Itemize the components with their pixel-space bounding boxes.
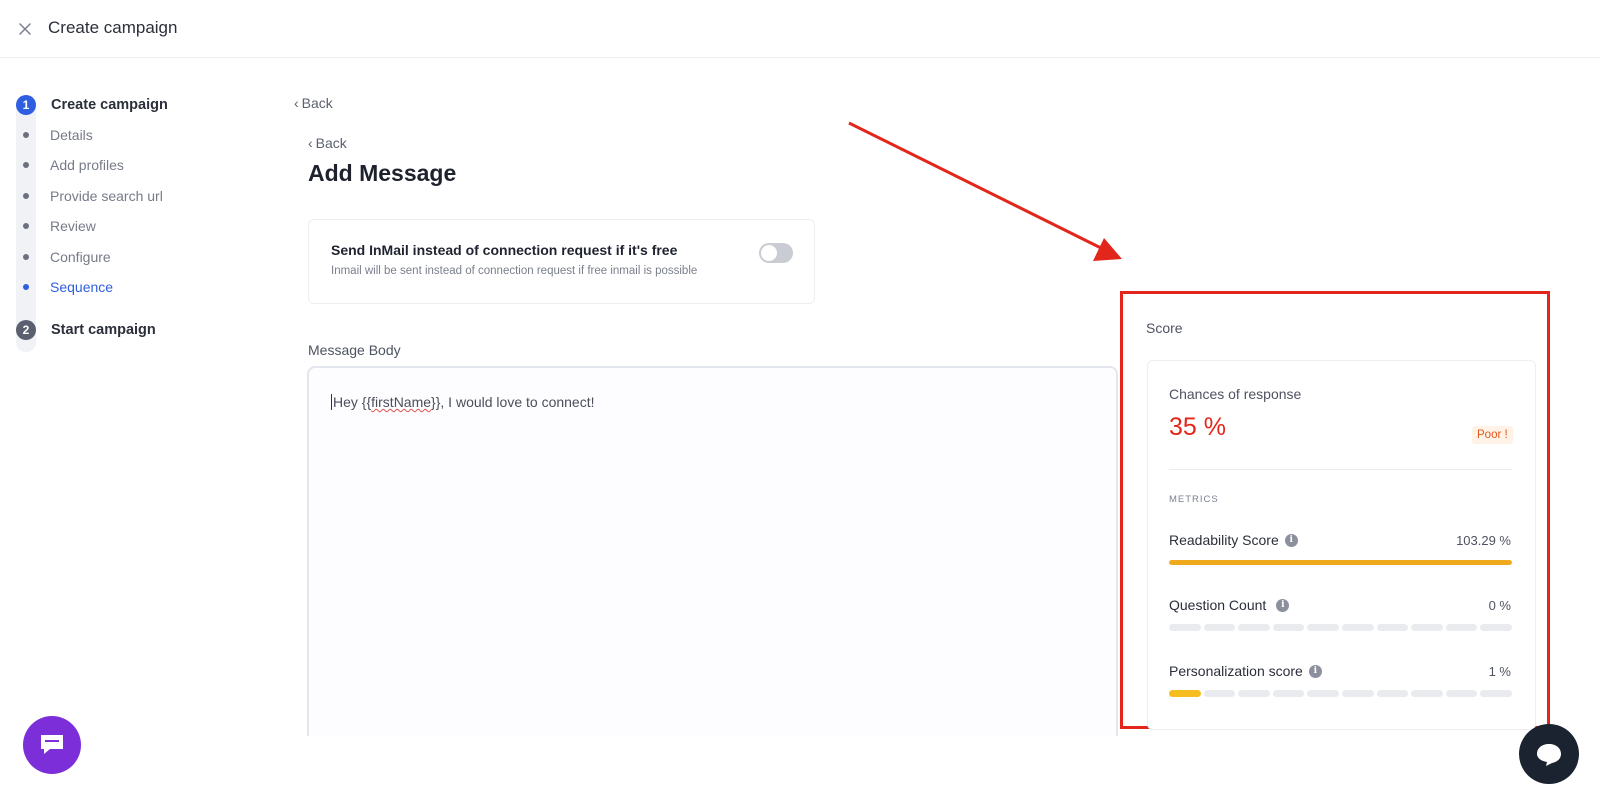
message-body-label: Message Body bbox=[308, 342, 401, 358]
message-body-editor[interactable]: Hey {{firstName}}, I would love to conne… bbox=[307, 366, 1118, 736]
substep-label: Details bbox=[50, 127, 93, 143]
message-variable: firstName bbox=[371, 394, 432, 410]
chevron-left-icon: ‹ bbox=[308, 135, 313, 151]
progress-segment bbox=[1307, 690, 1339, 697]
info-icon[interactable]: i bbox=[1284, 533, 1298, 547]
substep-dot bbox=[16, 223, 36, 229]
metric-personalization-name: Personalization score i bbox=[1169, 663, 1322, 679]
inmail-toggle[interactable] bbox=[759, 243, 793, 263]
step-label: Create campaign bbox=[51, 97, 168, 113]
divider bbox=[1169, 469, 1512, 470]
back-label: Back bbox=[315, 135, 347, 151]
substep-dot bbox=[16, 254, 36, 260]
metric-readability-name: Readability Score i bbox=[1169, 532, 1298, 548]
progress-segment bbox=[1307, 624, 1339, 631]
close-icon[interactable] bbox=[16, 20, 34, 38]
page-title: Add Message bbox=[308, 160, 457, 186]
substep-label-current: Sequence bbox=[50, 279, 114, 295]
toggle-knob bbox=[761, 245, 777, 261]
info-icon[interactable]: i bbox=[1276, 598, 1290, 612]
message-prefix: Hey {{ bbox=[333, 394, 372, 410]
progress-segment bbox=[1376, 690, 1409, 697]
top-bar: Create campaign bbox=[0, 0, 1600, 58]
progress-segment bbox=[1203, 624, 1236, 631]
metric-question-count-name: Question Count i bbox=[1169, 597, 1290, 613]
progress-segment bbox=[1376, 624, 1409, 631]
progress-segment bbox=[1169, 690, 1201, 697]
help-button[interactable] bbox=[1519, 724, 1579, 784]
substep-dot bbox=[16, 162, 36, 168]
progress-segment bbox=[1203, 690, 1236, 697]
message-body-text[interactable]: Hey {{firstName}}, I would love to conne… bbox=[331, 394, 595, 410]
substep-configure[interactable]: Configure bbox=[16, 249, 111, 265]
substep-details[interactable]: Details bbox=[16, 127, 93, 143]
readability-progress-bar bbox=[1169, 560, 1512, 565]
chat-button[interactable] bbox=[23, 716, 81, 774]
speech-bubble-icon bbox=[1537, 744, 1561, 766]
chevron-left-icon: ‹ bbox=[294, 95, 299, 111]
substep-provide-search-url[interactable]: Provide search url bbox=[16, 188, 163, 204]
back-label: Back bbox=[301, 95, 333, 111]
progress-segment bbox=[1480, 624, 1512, 631]
progress-segment bbox=[1169, 624, 1201, 631]
back-link-inner[interactable]: ‹ Back bbox=[308, 135, 347, 151]
progress-segment bbox=[1341, 690, 1374, 697]
progress-segment bbox=[1411, 690, 1443, 697]
progress-segment bbox=[1445, 624, 1478, 631]
step-create-campaign[interactable]: 1 Create campaign bbox=[16, 95, 168, 115]
progress-segment bbox=[1272, 624, 1305, 631]
metric-label: Question Count bbox=[1169, 597, 1267, 613]
back-link-outer[interactable]: ‹ Back bbox=[294, 95, 333, 111]
substep-label: Add profiles bbox=[50, 157, 124, 173]
progress-segment bbox=[1445, 690, 1478, 697]
inmail-setting-title: Send InMail instead of connection reques… bbox=[331, 242, 678, 258]
chances-label: Chances of response bbox=[1169, 386, 1302, 402]
info-icon[interactable]: i bbox=[1308, 664, 1322, 678]
substep-sequence[interactable]: Sequence bbox=[16, 279, 113, 295]
chat-bubble-icon bbox=[41, 735, 63, 754]
metric-personalization-value: 1 % bbox=[1488, 664, 1511, 679]
readability-progress-fill bbox=[1169, 560, 1512, 565]
metrics-heading: METRICS bbox=[1169, 494, 1219, 505]
substep-dot-current bbox=[16, 284, 36, 290]
step-number: 2 bbox=[16, 320, 36, 340]
chances-value: 35 % bbox=[1169, 413, 1226, 441]
substep-label: Review bbox=[50, 218, 96, 234]
substep-dot bbox=[16, 132, 36, 138]
inmail-setting-card: Send InMail instead of connection reques… bbox=[308, 219, 815, 304]
step-start-campaign[interactable]: 2 Start campaign bbox=[16, 320, 156, 340]
page-header-title: Create campaign bbox=[48, 18, 178, 37]
metric-readability-value: 103.29 % bbox=[1456, 533, 1511, 548]
progress-segment bbox=[1341, 624, 1374, 631]
substep-label: Configure bbox=[50, 249, 111, 265]
progress-segment bbox=[1272, 690, 1305, 697]
score-title: Score bbox=[1146, 320, 1183, 336]
text-caret bbox=[331, 394, 332, 410]
substep-dot bbox=[16, 193, 36, 199]
metric-label: Readability Score bbox=[1169, 532, 1279, 548]
progress-segment bbox=[1238, 624, 1270, 631]
personalization-progress-bar bbox=[1169, 690, 1512, 697]
inmail-setting-description: Inmail will be sent instead of connectio… bbox=[331, 265, 698, 277]
question-count-progress-bar bbox=[1169, 624, 1512, 631]
rating-badge: Poor ! bbox=[1472, 426, 1513, 444]
step-label: Start campaign bbox=[51, 322, 156, 338]
metric-label: Personalization score bbox=[1169, 663, 1303, 679]
progress-segment bbox=[1480, 690, 1512, 697]
progress-segment bbox=[1411, 624, 1443, 631]
message-suffix: }}, I would love to connect! bbox=[431, 394, 595, 410]
substep-review[interactable]: Review bbox=[16, 218, 96, 234]
score-card: Chances of response 35 % Poor ! METRICS … bbox=[1147, 360, 1536, 730]
substep-label: Provide search url bbox=[50, 188, 163, 204]
step-number: 1 bbox=[16, 95, 36, 115]
substep-add-profiles[interactable]: Add profiles bbox=[16, 157, 124, 173]
progress-segment bbox=[1238, 690, 1270, 697]
metric-question-count-value: 0 % bbox=[1488, 598, 1511, 613]
